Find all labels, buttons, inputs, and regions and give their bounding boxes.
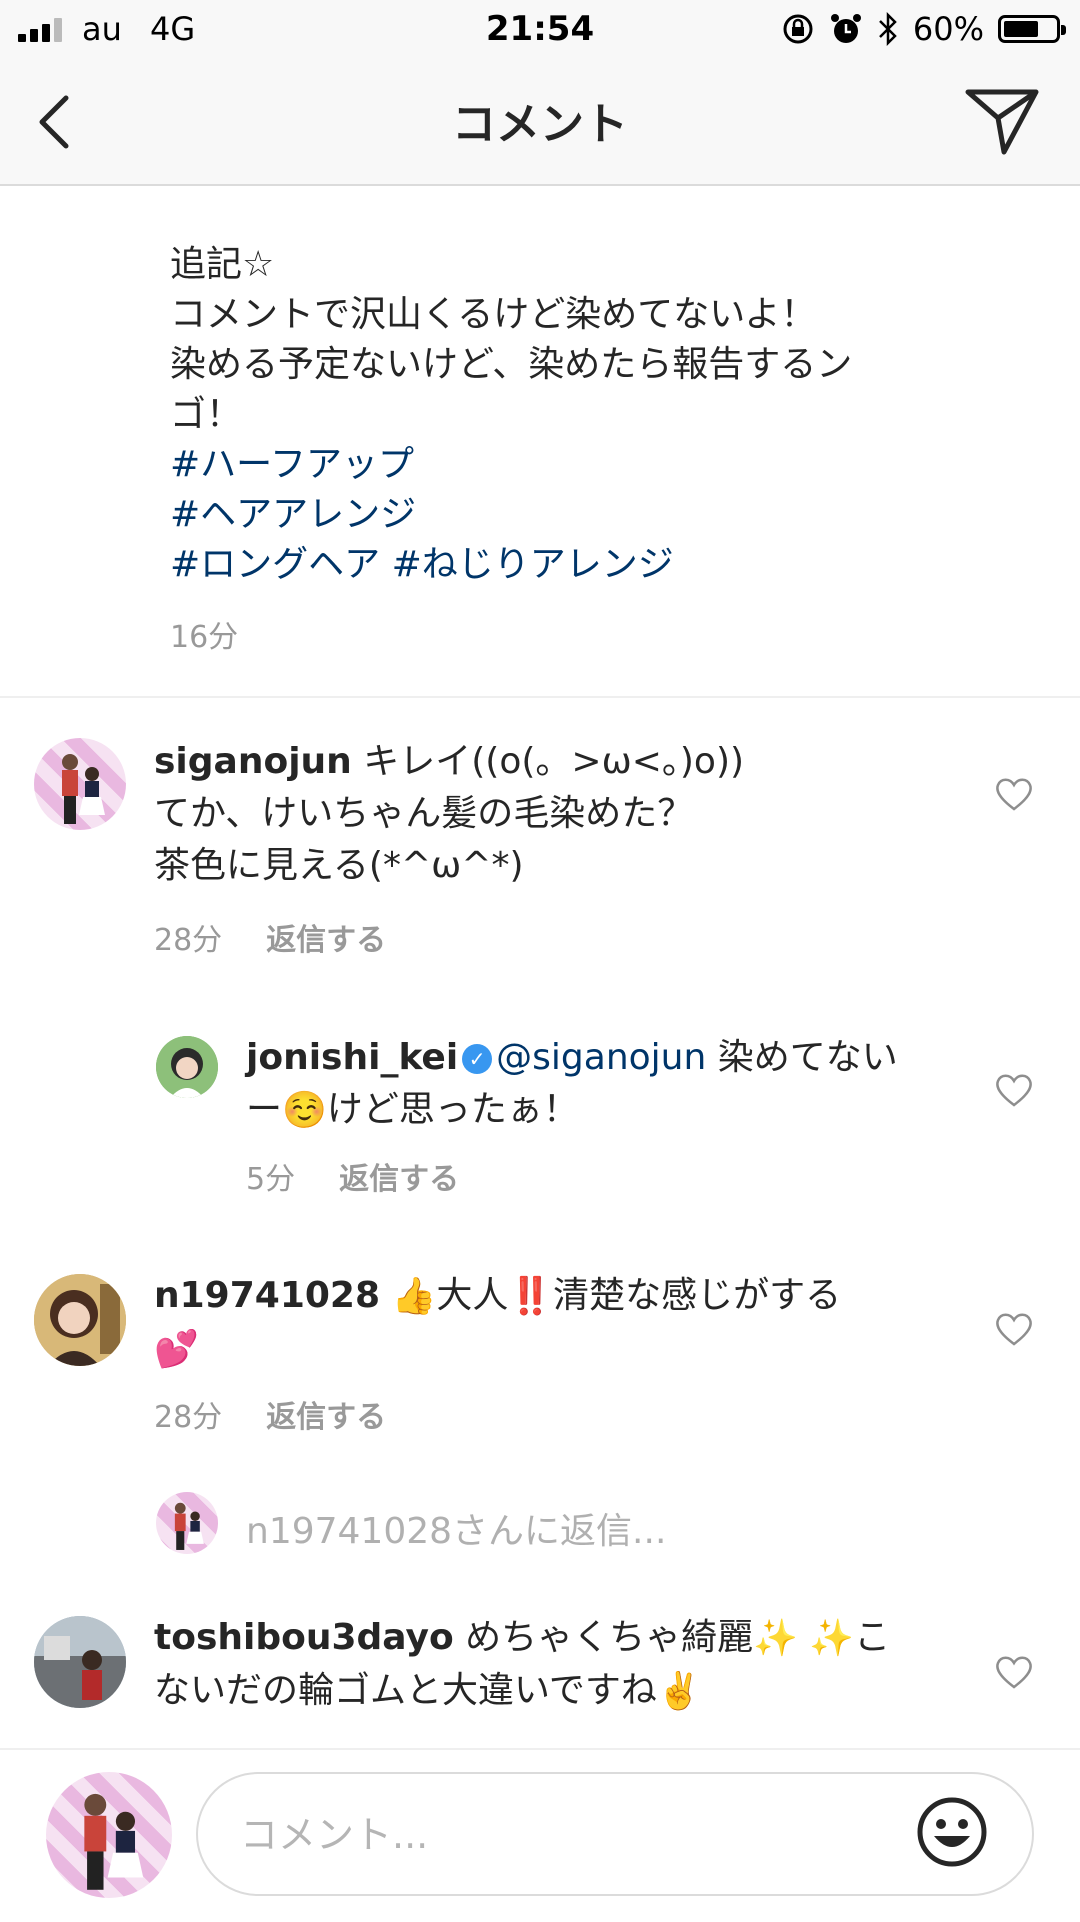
- status-right: 60%: [781, 10, 1066, 48]
- avatar-photo: [62, 754, 105, 824]
- avatar-photo: [84, 1793, 144, 1890]
- post-caption: 追記☆ コメントで沢山くるけど染めてないよ！ 染める予定ないけど、染めたら報告す…: [170, 240, 910, 590]
- comment-text: てか、けいちゃん髪の毛染めた？: [154, 793, 694, 834]
- comment-text: ー: [246, 1089, 283, 1130]
- reply-prompt[interactable]: n19741028さんに返信...: [246, 1502, 666, 1554]
- comment-text: 大人: [436, 1275, 509, 1316]
- comment-text: めちゃくちゃ綺麗: [453, 1617, 754, 1658]
- verified-badge-icon: ✓: [462, 1044, 493, 1074]
- like-heart-icon[interactable]: [994, 1654, 1034, 1690]
- comment-composer: [0, 1748, 1080, 1922]
- comment-time: 28分: [154, 1400, 223, 1435]
- comment-text: こ: [854, 1617, 891, 1658]
- battery-icon: [998, 15, 1066, 43]
- comment-username[interactable]: siganojun: [154, 741, 352, 782]
- page-title: コメント: [452, 99, 628, 150]
- comment-text: キレイ((o(。>ω<。)o)): [351, 741, 745, 782]
- like-heart-icon[interactable]: [994, 1311, 1034, 1347]
- caption-line: コメントで沢山くるけど染めてないよ！: [170, 294, 817, 335]
- sparkles-emoji: ✨: [753, 1618, 798, 1659]
- comment-time: 5分: [246, 1162, 296, 1197]
- two-hearts-emoji: 💕: [154, 1329, 199, 1370]
- comment-input-wrapper: [196, 1772, 1034, 1896]
- comment-username[interactable]: jonishi_kei: [246, 1037, 458, 1078]
- comment-input[interactable]: [238, 1804, 882, 1866]
- sparkles-emoji: ✨: [809, 1618, 855, 1659]
- comment-time: 28分: [154, 923, 223, 958]
- avatar-photo: [156, 1036, 218, 1098]
- battery-percent: 60%: [912, 10, 984, 48]
- current-user-avatar: [46, 1772, 172, 1898]
- direct-send-icon[interactable]: [964, 86, 1040, 156]
- divider: [0, 696, 1080, 698]
- reply-button[interactable]: 返信する: [339, 1162, 459, 1197]
- bluetooth-icon: [878, 12, 897, 46]
- hashtag-link[interactable]: #ヘアアレンジ: [170, 494, 416, 535]
- status-bar: au 4G 21:54 60%: [0, 0, 1080, 60]
- hashtag-link[interactable]: #ロングヘア: [170, 544, 380, 585]
- double-exclamation-emoji: ‼️: [508, 1276, 554, 1317]
- nav-bar: コメント: [0, 60, 1080, 186]
- smiling-face-emoji: ☺️: [282, 1090, 327, 1131]
- avatar[interactable]: [34, 738, 126, 830]
- caption-line: ゴ！: [170, 394, 243, 435]
- comment-username[interactable]: n19741028: [154, 1275, 380, 1316]
- alarm-icon: [830, 14, 861, 43]
- orientation-lock-icon: [783, 14, 813, 44]
- avatar[interactable]: [34, 1616, 126, 1708]
- comment-text: けど思ったぁ！: [326, 1089, 579, 1130]
- hashtag-link[interactable]: #ねじりアレンジ: [392, 544, 674, 585]
- avatar[interactable]: [34, 1274, 126, 1366]
- comment-text: 清楚な感じがする: [553, 1275, 842, 1316]
- hashtag-link[interactable]: #ハーフアップ: [170, 444, 414, 485]
- caption-time: 16分: [170, 620, 239, 655]
- reply-button[interactable]: 返信する: [266, 923, 386, 958]
- caption-line: 染める予定ないけど、染めたら報告するン: [170, 344, 853, 385]
- avatar-photo: [34, 1274, 126, 1366]
- comment-text: 染めてない: [706, 1037, 898, 1078]
- reply-prompt-avatar[interactable]: [156, 1492, 218, 1554]
- comment-text: 茶色に見える(*^ω^*): [154, 845, 524, 886]
- emoji-picker-icon[interactable]: [916, 1796, 988, 1868]
- like-heart-icon[interactable]: [994, 776, 1034, 812]
- avatar-photo: [174, 1502, 204, 1550]
- comment-text: ないだの輪ゴムと大違いですね: [154, 1670, 657, 1711]
- avatar[interactable]: [156, 1036, 218, 1098]
- caption-line: 追記☆: [170, 244, 275, 285]
- reply-button[interactable]: 返信する: [266, 1400, 386, 1435]
- like-heart-icon[interactable]: [994, 1072, 1034, 1108]
- mention-link[interactable]: @siganojun: [496, 1037, 706, 1078]
- avatar-photo: [34, 1616, 126, 1708]
- thumbs-up-emoji: 👍: [391, 1276, 437, 1317]
- victory-hand-emoji: ✌️: [656, 1671, 702, 1712]
- comment-username[interactable]: toshibou3dayo: [154, 1617, 454, 1658]
